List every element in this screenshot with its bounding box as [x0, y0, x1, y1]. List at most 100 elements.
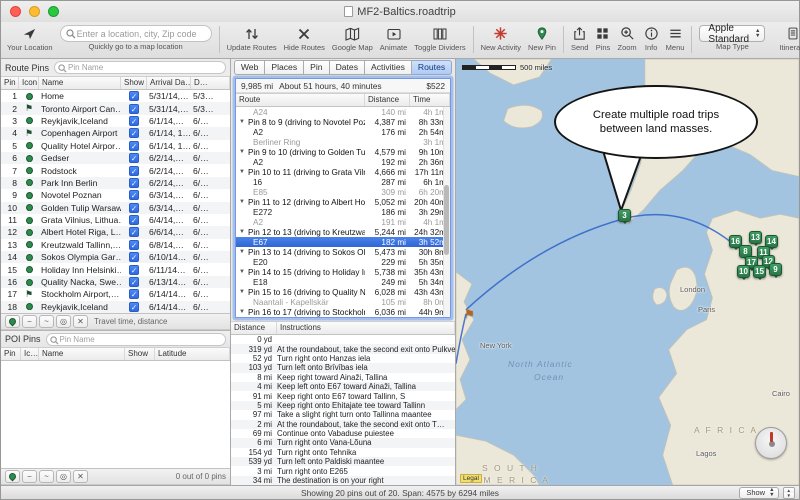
column-header[interactable]: Name [39, 348, 125, 360]
column-header[interactable]: Latitude [155, 348, 230, 360]
column-header[interactable]: Distance [365, 94, 410, 106]
show-checkbox[interactable]: ✓ [129, 103, 139, 114]
route-pin-row[interactable]: 4 ⚑ Copenhagen Airport ✓ 6/1/14, 1… 6/… [1, 127, 230, 140]
direction-row[interactable]: 91 mi Keep right onto E67 toward Tallinn,… [231, 391, 455, 401]
close-window-button[interactable] [10, 6, 21, 17]
show-select[interactable]: Show ▲ ▼ [739, 486, 779, 499]
route-pin-row[interactable]: 14 Sokos Olympia Gar… ✓ 6/10/14… 6/… [1, 251, 230, 264]
tab-routes[interactable]: Routes [411, 60, 453, 75]
route-row[interactable]: E67 182 mi 3h 52m [236, 237, 450, 247]
direction-row[interactable]: 52 yd Turn right onto Hanzas iela [231, 354, 455, 363]
column-header[interactable]: Show [121, 77, 147, 89]
draw-route-button[interactable]: ~ [39, 470, 54, 483]
show-checkbox[interactable]: ✓ [129, 239, 139, 250]
route-pin-row[interactable]: 1 Home ✓ 5/31/14,… 5/3… [1, 90, 230, 102]
route-row[interactable]: E272 186 mi 3h 29m [236, 207, 450, 217]
route-pin-row[interactable]: 7 Rodstock ✓ 6/2/14,… 6/… [1, 164, 230, 176]
show-checkbox[interactable]: ✓ [129, 165, 139, 176]
show-checkbox[interactable]: ✓ [129, 277, 139, 288]
show-checkbox[interactable]: ✓ [129, 140, 139, 151]
direction-row[interactable]: 6 mi Turn right onto Vana-Lõuna [231, 438, 455, 448]
route-pin-row[interactable]: 9 Novotel Poznan ✓ 6/3/14,… 6/… [1, 189, 230, 201]
pin-stepper[interactable]: ▲ ▼ [782, 486, 795, 499]
itinerary-button[interactable]: Itinerary [779, 24, 800, 52]
show-checkbox[interactable]: ✓ [129, 177, 139, 188]
update-routes-button[interactable]: Update Routes [227, 24, 277, 52]
poi-pins-search-input[interactable] [59, 334, 225, 344]
route-row[interactable]: ▼Pin 13 to 14 (driving to Sokos Olympia…… [236, 247, 450, 257]
flag-pin-marker[interactable]: ⚑ [464, 308, 475, 320]
hide-routes-button[interactable]: Hide Routes [284, 24, 325, 52]
zoom-button[interactable]: Zoom [617, 24, 637, 52]
show-checkbox[interactable]: ✓ [129, 252, 139, 263]
show-checkbox[interactable]: ✓ [129, 215, 139, 226]
disclosure-triangle-icon[interactable]: ▼ [239, 249, 245, 255]
delete-pin-button[interactable]: ✕ [73, 315, 88, 328]
direction-row[interactable]: 154 yd Turn right onto Tehnika [231, 448, 455, 457]
column-header[interactable]: Show [125, 348, 155, 360]
column-header[interactable]: Instructions [277, 322, 455, 334]
direction-row[interactable]: 3 mi Turn right onto E265 [231, 466, 455, 476]
route-row[interactable]: A2 192 mi 2h 36m [236, 157, 450, 167]
show-checkbox[interactable]: ✓ [129, 202, 139, 213]
delete-poi-button[interactable]: ✕ [73, 470, 88, 483]
route-row[interactable]: ▼Pin 11 to 12 (driving to Albert Hotel R… [236, 197, 450, 207]
directions-body[interactable]: 0 yd 319 yd At the roundabout, take the se… [231, 335, 455, 485]
tab-places[interactable]: Places [265, 60, 305, 75]
direction-row[interactable]: 539 yd Turn left onto Paldiski maantee [231, 457, 455, 467]
route-pin-row[interactable]: 17 ⚑ Stockholm Airport,… ✓ 6/14/14… 6/… [1, 288, 230, 300]
direction-row[interactable]: 4 mi Keep left onto E67 toward Ainaži, Ta… [231, 381, 455, 392]
poi-pins-search[interactable] [45, 332, 226, 346]
route-row[interactable]: A2 191 mi 4h 1m [236, 217, 450, 227]
route-pin-row[interactable]: 13 Kreutzwald Tallinn,… ✓ 6/8/14,… 6/… [1, 239, 230, 251]
show-checkbox[interactable]: ✓ [129, 153, 139, 164]
route-row[interactable]: ▼Pin 12 to 13 (driving to Kreutzwald Tal… [236, 227, 450, 237]
route-pins-search[interactable] [54, 61, 226, 74]
route-row[interactable]: ▼Pin 9 to 10 (driving to Golden Tulip Wa… [236, 147, 450, 157]
show-checkbox[interactable]: ✓ [129, 115, 139, 126]
column-header[interactable]: D… [191, 77, 230, 89]
tab-activities[interactable]: Activities [365, 60, 412, 75]
map-pin-3[interactable]: 3 [618, 209, 631, 224]
direction-row[interactable]: 69 mi Continue onto Vabaduse puiestee [231, 429, 455, 438]
column-header[interactable]: Time [410, 94, 450, 106]
route-row[interactable]: ▼Pin 10 to 11 (driving to Grata Vilnius,… [236, 167, 450, 177]
direction-row[interactable]: 8 mi Keep right toward Ainaži, Tallina [231, 373, 455, 382]
draw-route-button[interactable]: ~ [39, 315, 54, 328]
info-button[interactable]: Info [644, 24, 659, 52]
scrollbar-thumb[interactable] [444, 185, 449, 255]
add-pin-button[interactable] [5, 315, 20, 328]
show-checkbox[interactable]: ✓ [129, 190, 139, 201]
column-header[interactable]: Pin [1, 77, 19, 89]
column-header[interactable]: Ic… [21, 348, 39, 360]
map-type-select[interactable]: Apple Standard ▲ ▼ [699, 23, 766, 45]
remove-poi-button[interactable]: − [22, 470, 37, 483]
disclosure-triangle-icon[interactable]: ▼ [239, 309, 245, 315]
animate-button[interactable]: Animate [380, 24, 407, 52]
map[interactable]: 500 miles North Atlantic Ocean A F R I C A… [456, 59, 799, 485]
show-checkbox[interactable]: ✓ [129, 128, 139, 139]
route-pin-row[interactable]: 6 Gedser ✓ 6/2/14,… 6/… [1, 151, 230, 165]
route-row[interactable]: ▼Pin 15 to 16 (driving to Quality Nacka,… [236, 287, 450, 297]
menu-button[interactable]: Menu [666, 24, 684, 52]
route-pin-row[interactable]: 2 ⚑ Toronto Airport Can… ✓ 5/31/14,… 5/3… [1, 102, 230, 115]
route-row[interactable]: Berliner Ring 3h 1m [236, 137, 450, 147]
column-header[interactable]: Arrival Da… [147, 77, 191, 89]
route-pin-row[interactable]: 15 Holiday Inn Helsinki… ✓ 6/11/14… 6/… [1, 263, 230, 275]
tab-pin[interactable]: Pin [304, 60, 330, 75]
remove-pin-button[interactable]: − [22, 315, 37, 328]
compass-dial[interactable] [755, 427, 787, 459]
send-button[interactable]: Send [571, 24, 588, 52]
direction-row[interactable]: 97 mi Take a slight right turn onto Talli… [231, 410, 455, 419]
direction-row[interactable]: 2 mi At the roundabout, take the second e… [231, 419, 455, 429]
toggle-dividers-button[interactable]: Toggle Dividers [414, 24, 466, 52]
show-checkbox[interactable]: ✓ [129, 289, 139, 300]
route-pin-row[interactable]: 8 Park Inn Berlin ✓ 6/2/14,… 6/… [1, 176, 230, 190]
your-location-button[interactable]: Your Location [7, 24, 53, 52]
direction-row[interactable]: 5 mi Keep right onto Ehitajate tee toward… [231, 400, 455, 411]
show-checkbox[interactable]: ✓ [129, 264, 139, 275]
route-row[interactable]: 16 287 mi 6h 1m [236, 177, 450, 187]
route-row[interactable]: ▼Pin 8 to 9 (driving to Novotel Poznan) 4… [236, 117, 450, 127]
route-pin-row[interactable]: 11 Grata Vilnius, Lithua… ✓ 6/4/14,… 6/… [1, 214, 230, 226]
location-search-input[interactable] [76, 28, 211, 39]
